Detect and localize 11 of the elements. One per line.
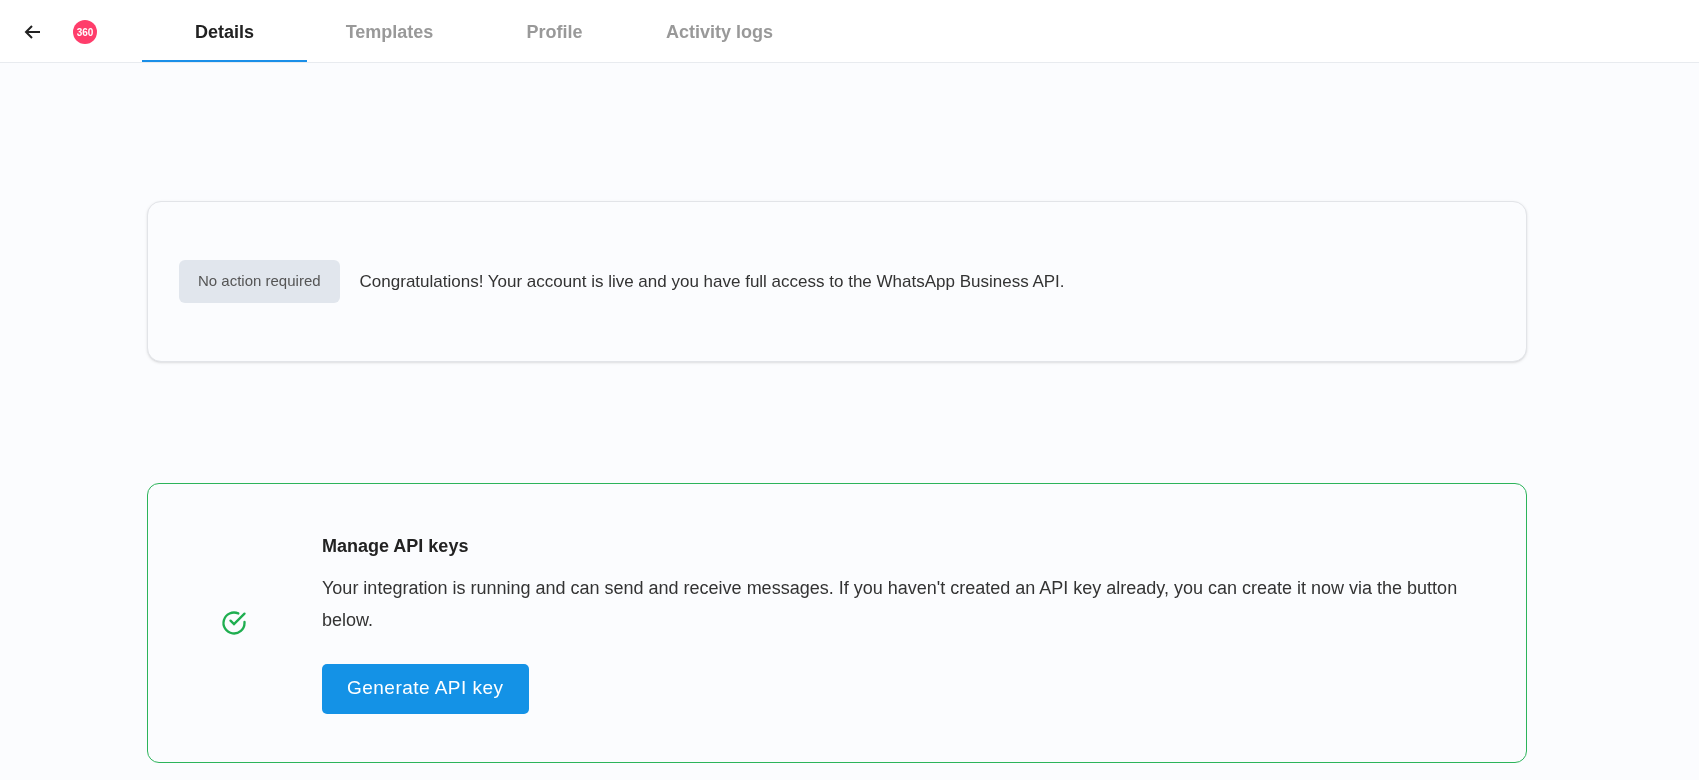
- status-badge: No action required: [179, 260, 340, 303]
- card-description: Your integration is running and can send and receive messages. If you haven't created an API key already, you can create it now via the button below.: [322, 576, 1459, 632]
- card-title: Manage API keys: [322, 534, 470, 558]
- logo: 360: [73, 20, 97, 44]
- tab[interactable]: Profile: [472, 0, 637, 62]
- check-circle-icon: [220, 609, 248, 637]
- tab[interactable]: Templates: [307, 0, 472, 62]
- tab[interactable]: Activity logs: [637, 0, 802, 62]
- tab[interactable]: Details: [142, 0, 307, 62]
- status-message: Congratulations! Your account is live and you have full access to the WhatsApp Business API.: [359, 270, 1065, 293]
- generate-api-key-button[interactable]: Generate API key: [322, 663, 529, 714]
